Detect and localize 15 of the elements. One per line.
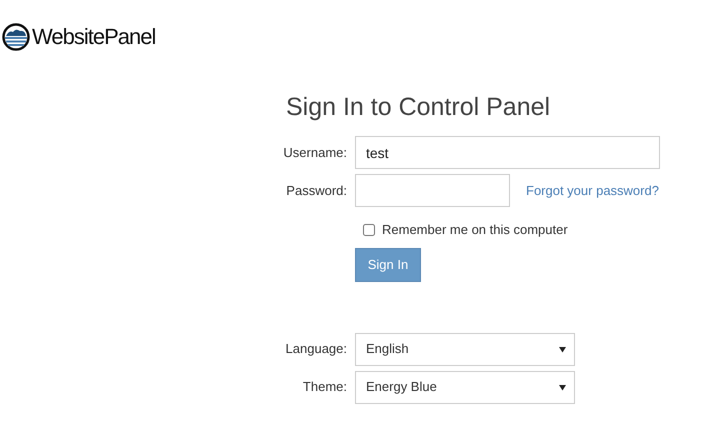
field-label: Theme:	[302, 378, 347, 396]
caret-icon	[559, 346, 566, 352]
username-field[interactable]: test	[355, 136, 660, 169]
forgot-password-link[interactable]: Forgot your password?	[526, 180, 659, 200]
dropdown[interactable]: English	[355, 332, 575, 366]
password-field[interactable]	[355, 174, 510, 207]
remember-checkbox[interactable]	[363, 224, 375, 236]
field-label: Password:	[285, 182, 347, 200]
field-label: Language:	[284, 340, 347, 358]
caret-icon	[559, 384, 566, 390]
page-title: Sign In to Control Panel	[286, 92, 552, 122]
dropdown[interactable]: Energy Blue	[355, 370, 575, 404]
logo: WebsitePanel	[2, 20, 156, 53]
field-label: Username:	[282, 144, 347, 162]
checkbox-label: Remember me on this computer	[382, 221, 568, 239]
